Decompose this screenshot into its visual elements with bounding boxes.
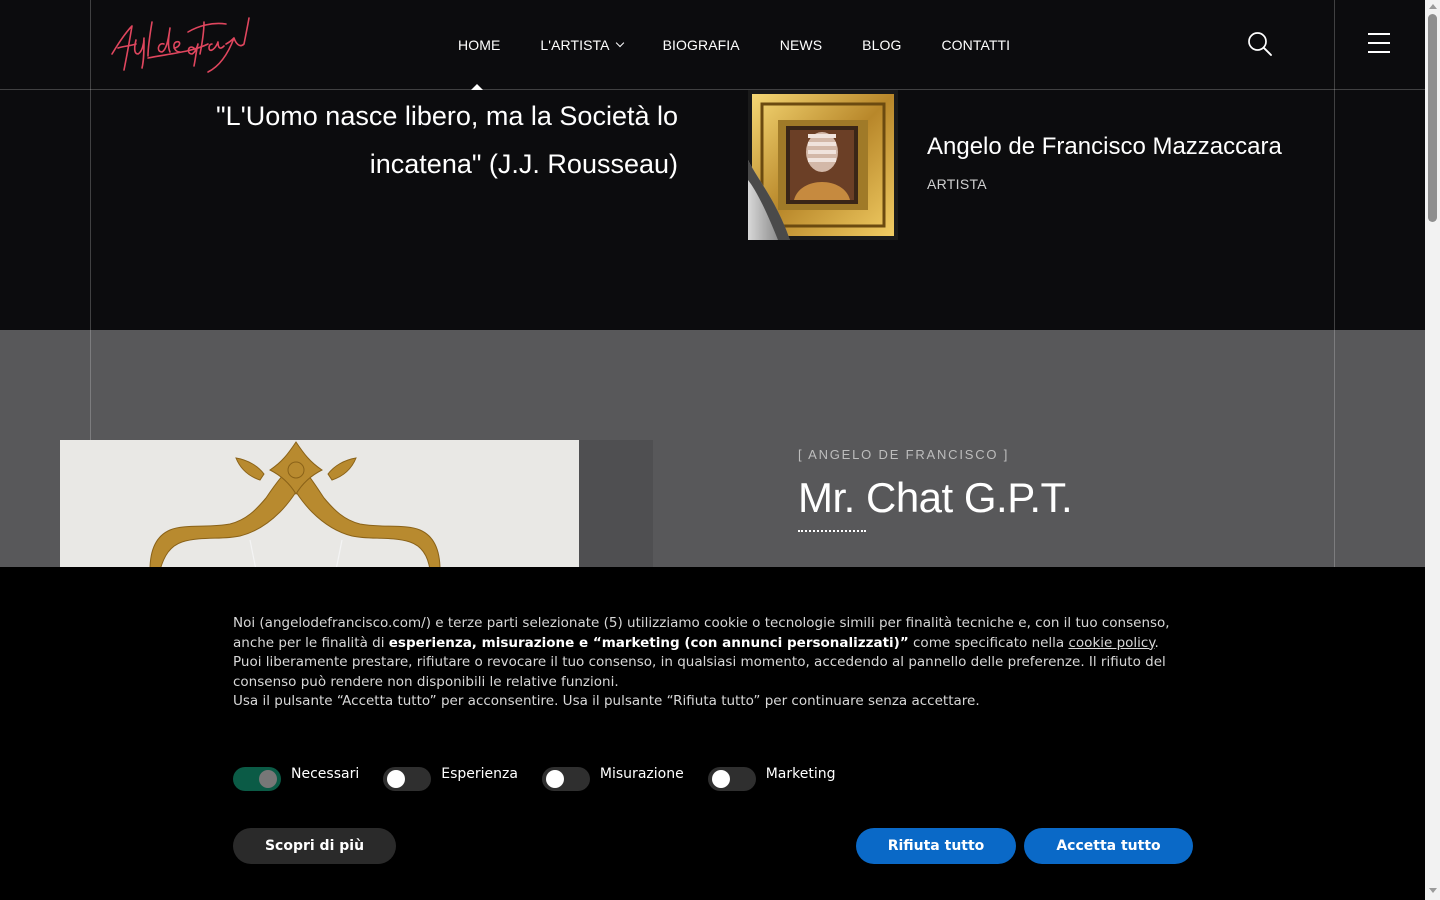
reject-all-button[interactable]: Rifiuta tutto	[856, 828, 1016, 864]
toggle-label: Esperienza	[441, 766, 518, 782]
post-image[interactable]	[60, 440, 579, 570]
nav-item-blog[interactable]: BLOG	[862, 37, 901, 53]
hamburger-menu-icon[interactable]	[1368, 33, 1392, 55]
nav-item-biografia[interactable]: BIOGRAFIA	[663, 37, 740, 53]
post-title[interactable]: Mr. Chat G.P.T.	[798, 474, 1073, 522]
cookie-text-part: Puoi liberamente prestare, rifiutare o r…	[233, 654, 1166, 690]
artist-name[interactable]: Angelo de Francisco Mazzaccara	[927, 133, 1282, 161]
accept-all-button[interactable]: Accetta tutto	[1024, 828, 1193, 864]
cookie-policy-link[interactable]: cookie policy	[1069, 635, 1155, 651]
nav-item-news[interactable]: NEWS	[780, 37, 822, 53]
signature-logo[interactable]	[108, 14, 253, 76]
toggle-switch-necessari[interactable]	[233, 767, 281, 791]
active-nav-indicator	[471, 84, 483, 90]
title-underline	[798, 530, 866, 532]
nav-label: CONTATTI	[941, 37, 1011, 53]
toggle-esperienza: Esperienza	[383, 766, 518, 791]
cookie-text-bold: esperienza, misurazione e “marketing (co…	[388, 634, 909, 651]
toggle-label: Misurazione	[599, 766, 684, 782]
artwork-thumbnail[interactable]	[748, 90, 898, 240]
toggle-marketing: Marketing	[707, 766, 836, 791]
toggle-necessari: Necessari	[233, 766, 359, 791]
consent-toggles: Necessari Esperienza Misurazione Marketi…	[233, 766, 859, 791]
toggle-label: Necessari	[291, 766, 360, 782]
page: HOME L'ARTISTA BIOGRAFIA NEWS BLOG CONTA…	[0, 0, 1425, 900]
cookie-text-part: Usa il pulsante “Accetta tutto” per acco…	[233, 693, 980, 710]
toggle-switch-misurazione[interactable]	[541, 767, 590, 791]
cookie-text-part: come specificato nella	[908, 634, 1069, 651]
scroll-up-arrow-icon[interactable]	[1429, 4, 1437, 9]
site-header: HOME L'ARTISTA BIOGRAFIA NEWS BLOG CONTA…	[0, 0, 1425, 90]
toggle-misurazione: Misurazione	[541, 766, 684, 791]
artist-role: ARTISTA	[927, 176, 987, 192]
scrollbar-thumb[interactable]	[1428, 14, 1437, 222]
toggle-switch-marketing[interactable]	[707, 767, 756, 791]
nav-item-home[interactable]: HOME	[458, 37, 500, 53]
cookie-text-part: .	[1154, 634, 1159, 651]
nav-label: BIOGRAFIA	[662, 37, 740, 53]
main-nav: HOME L'ARTISTA BIOGRAFIA NEWS BLOG CONTA…	[458, 0, 1050, 90]
nav-label: L'ARTISTA	[540, 37, 610, 53]
gilded-mirror-image	[60, 440, 579, 570]
search-icon[interactable]	[1247, 31, 1273, 57]
learn-more-button[interactable]: Scopri di più	[233, 828, 396, 864]
toggle-label: Marketing	[765, 766, 836, 782]
chevron-down-icon	[615, 38, 624, 48]
toggle-switch-esperienza[interactable]	[383, 767, 432, 791]
post-kicker: [ ANGELO DE FRANCISCO ]	[798, 447, 1010, 462]
nav-item-artista[interactable]: L'ARTISTA	[540, 37, 624, 53]
page-scrollbar[interactable]	[1425, 0, 1440, 900]
scroll-down-arrow-icon[interactable]	[1429, 888, 1437, 893]
cookie-text: Noi (angelodefrancisco.com/) e terze par…	[233, 614, 1193, 712]
nav-item-contatti[interactable]: CONTATTI	[941, 37, 1010, 53]
nav-label: BLOG	[862, 37, 902, 53]
post-image-shadow	[579, 440, 653, 570]
nav-label: HOME	[458, 37, 501, 53]
hero-quote: "L'Uomo nasce libero, ma la Società lo i…	[216, 101, 678, 179]
nav-label: NEWS	[779, 37, 823, 53]
